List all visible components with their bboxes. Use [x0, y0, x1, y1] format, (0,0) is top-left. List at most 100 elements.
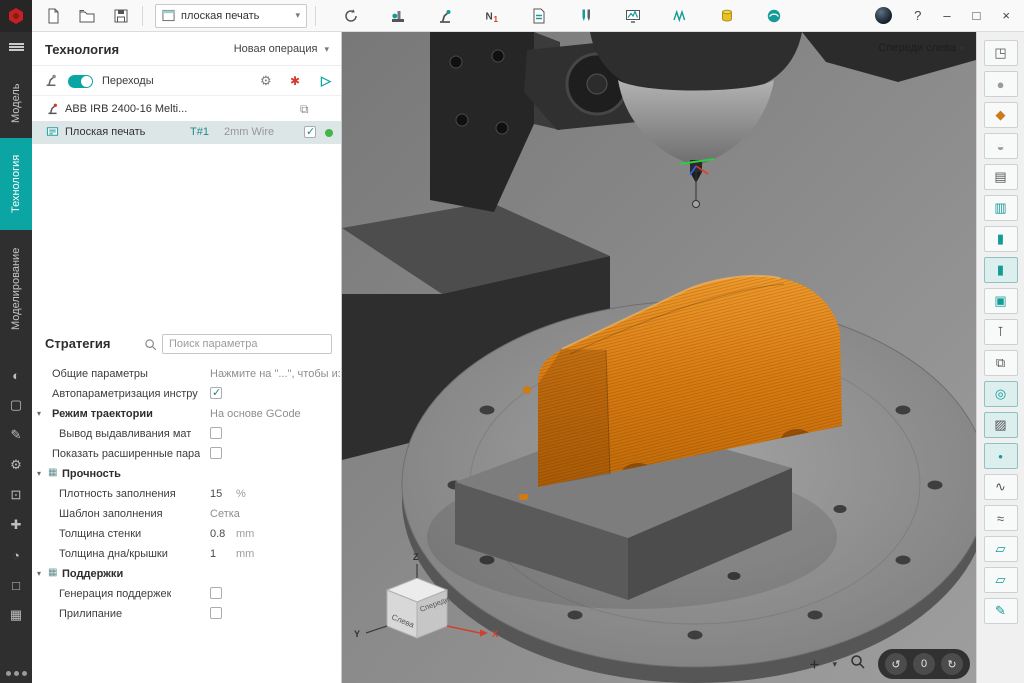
tab-simulation[interactable]: Моделирование	[0, 230, 32, 348]
param-checkbox[interactable]	[210, 607, 222, 619]
param-row[interactable]: ▾ ▦ Поддержки	[32, 564, 341, 584]
toolpath-swirl-icon[interactable]: ◎	[984, 381, 1018, 407]
param-row[interactable]: ▾ ▦ Толщина дна/крышки 1 mm	[32, 544, 341, 564]
export-box-icon[interactable]: ⊡	[5, 484, 27, 506]
rotate-ccw-button[interactable]: ↺	[885, 653, 907, 675]
robot-icon[interactable]	[432, 3, 458, 29]
svg-text:1: 1	[494, 15, 499, 24]
collision-globe-icon[interactable]	[761, 3, 787, 29]
model-part-icon[interactable]: ◆	[984, 102, 1018, 128]
param-row[interactable]: ▾ ▦ Вывод выдавливания мат	[32, 424, 341, 444]
parameter-search-input[interactable]	[162, 334, 332, 354]
chevron-down-icon: ▾	[37, 569, 41, 578]
copy-sheets-icon[interactable]: ⧉	[984, 350, 1018, 376]
machining-advisor-icon[interactable]: ✱	[290, 74, 300, 88]
param-checkbox[interactable]	[210, 427, 222, 439]
chevron-down-icon[interactable]: ▾	[832, 659, 837, 670]
tree-row-robot[interactable]: ABB IRB 2400-16 Melti... ⧉	[32, 98, 341, 121]
workpiece-icon[interactable]: ◒	[984, 133, 1018, 159]
sync-icon[interactable]	[338, 3, 364, 29]
operation-enabled-checkbox[interactable]	[304, 126, 316, 138]
surface-flag-icon[interactable]: ▱	[984, 536, 1018, 562]
magnifier-icon[interactable]	[850, 654, 865, 674]
gear-icon[interactable]: ⚙	[260, 73, 272, 89]
3d-viewport[interactable]: Слева Спереди X Y Z Спереди слева ▾ + ▾	[342, 32, 976, 683]
transitions-row: Переходы ⚙ ✱ ▷	[32, 66, 341, 96]
service-tools-icon[interactable]: ✚	[5, 514, 27, 536]
app-logo[interactable]	[0, 0, 32, 32]
param-row[interactable]: ▾ ▦ Показать расширенные пара	[32, 444, 341, 464]
sketch-pencil-icon[interactable]: ✎	[5, 424, 27, 446]
copy-sheets-icon[interactable]: ⧉	[300, 102, 309, 117]
rotate-cw-button[interactable]: ↻	[941, 653, 963, 675]
frame-icon[interactable]: □	[5, 574, 27, 596]
transitions-toggle[interactable]	[68, 75, 93, 88]
3d-scene[interactable]: Слева Спереди X Y Z	[342, 32, 976, 683]
operation-type-dropdown[interactable]: плоская печать ▾	[155, 4, 307, 28]
tool-description: 2mm Wire	[224, 126, 274, 138]
minimize-button[interactable]: –	[943, 8, 950, 23]
toolpath-wave-icon[interactable]	[667, 3, 693, 29]
view-orientation-selector[interactable]: Спереди слева ▾	[878, 42, 964, 54]
settings-gear-icon[interactable]: ⚙	[5, 454, 27, 476]
tab-model[interactable]: Модель	[0, 68, 32, 138]
param-checkbox[interactable]	[210, 447, 222, 459]
right-toolbar: ◳ ● ◆ ◒ ▤ ▥ ▮ ▮ ▣ ⊺ ⧉ ◎ ▨ • ∿ ≈	[976, 32, 1024, 683]
menu-hamburger-icon[interactable]	[0, 32, 32, 62]
draw-pencil-icon[interactable]: ✎	[984, 598, 1018, 624]
operations-tree: ABB IRB 2400-16 Melti... ⧉ Плоская печат…	[32, 98, 341, 144]
tab-technology[interactable]: Технология	[0, 138, 32, 230]
point-icon[interactable]: •	[984, 443, 1018, 469]
grid-icon[interactable]: ▦	[5, 604, 27, 626]
help-button[interactable]: ?	[914, 8, 921, 23]
param-row[interactable]: ▾ ▦ Прочность	[32, 464, 341, 484]
zoom-in-button[interactable]: +	[810, 656, 820, 673]
shaded-sphere-icon[interactable]: ●	[984, 71, 1018, 97]
status-orb-icon[interactable]	[875, 7, 892, 24]
nc-program-icon[interactable]: N1	[479, 3, 505, 29]
fixture-icon[interactable]: ▤	[984, 164, 1018, 190]
stock-cylinder-icon[interactable]	[714, 3, 740, 29]
param-row[interactable]: ▾ ▦ Режим траектории На основе GCode	[32, 404, 341, 424]
new-operation-dropdown[interactable]: Новая операция ▾	[234, 43, 329, 55]
param-checkbox[interactable]	[210, 387, 222, 399]
tree-row-flat-print[interactable]: Плоская печать T#1 2mm Wire	[32, 121, 341, 144]
open-folder-icon[interactable]	[74, 3, 100, 29]
tools-icon[interactable]	[573, 3, 599, 29]
param-checkbox[interactable]	[210, 587, 222, 599]
stock-result-icon[interactable]: ▮	[984, 257, 1018, 283]
axis-z-label: Z	[413, 552, 419, 562]
measure-icon[interactable]: ◔	[5, 544, 27, 566]
param-row[interactable]: ▾ ▦ Толщина стенки 0.8 mm	[32, 524, 341, 544]
param-row[interactable]: ▾ ▦ Прилипание	[32, 604, 341, 624]
hatch-pattern-icon[interactable]: ▨	[984, 412, 1018, 438]
simulation-monitor-icon[interactable]	[620, 3, 646, 29]
spline-icon[interactable]: ∿	[984, 474, 1018, 500]
new-document-icon[interactable]	[40, 3, 66, 29]
mesh-surface-icon[interactable]: ▱	[984, 567, 1018, 593]
param-row[interactable]: ▾ ▦ Генерация поддержек	[32, 584, 341, 604]
stock-cylinder-icon[interactable]: ▮	[984, 226, 1018, 252]
technology-panel: Технология Новая операция ▾ Переходы ⚙ ✱…	[32, 32, 342, 683]
part-teal-icon[interactable]: ▣	[984, 288, 1018, 314]
run-operation-button[interactable]: ▷	[321, 73, 331, 89]
param-row[interactable]: ▾ ▦ Плотность заполнения 15 %	[32, 484, 341, 504]
probe-tool-icon[interactable]: ⊺	[984, 319, 1018, 345]
save-icon[interactable]	[108, 3, 134, 29]
strip-tools: ◐ ▢ ✎ ⚙ ⊡ ✚ ◔ □ ▦	[0, 364, 32, 626]
svg-text:N: N	[486, 11, 493, 22]
maximize-button[interactable]: □	[973, 8, 981, 23]
close-button[interactable]: ×	[1002, 8, 1010, 23]
home-zero-button[interactable]: 0	[913, 653, 935, 675]
param-row[interactable]: ▾ ▦ Общие параметры Нажмите на "...", чт…	[32, 364, 341, 384]
selection-box-icon[interactable]: ▢	[5, 394, 27, 416]
param-row[interactable]: ▾ ▦ Шаблон заполнения Сетка	[32, 504, 341, 524]
gcode-document-icon[interactable]	[526, 3, 552, 29]
holder-icon[interactable]: ▥	[984, 195, 1018, 221]
param-row[interactable]: ▾ ▦ Автопараметризация инстру	[32, 384, 341, 404]
left-tab-strip: Модель Технология Моделирование ◐ ▢ ✎ ⚙ …	[0, 32, 32, 683]
sphere-view-icon[interactable]: ◐	[5, 364, 27, 386]
view-orientation-icon[interactable]: ◳	[984, 40, 1018, 66]
machine-setup-icon[interactable]	[385, 3, 411, 29]
wave-icon[interactable]: ≈	[984, 505, 1018, 531]
